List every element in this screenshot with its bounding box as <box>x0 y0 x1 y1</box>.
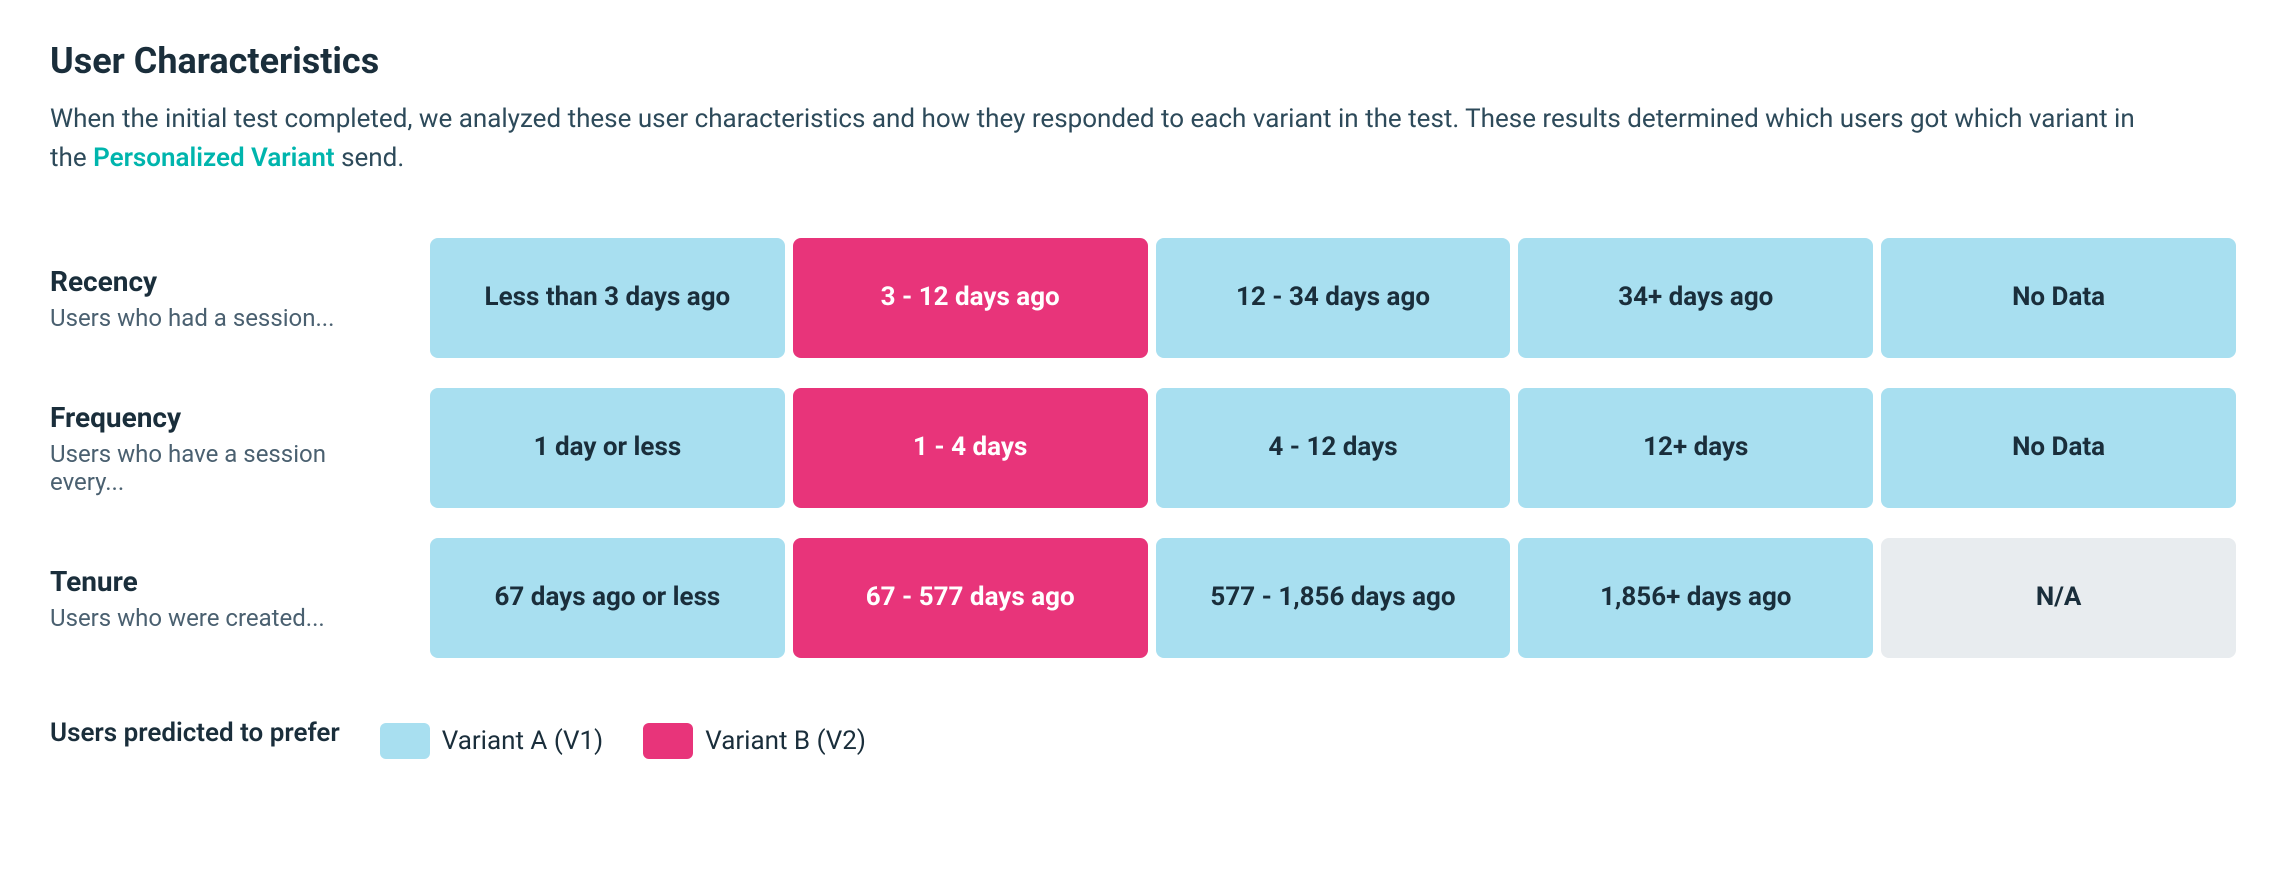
cell-frequency-1: 1 - 4 days <box>793 388 1148 508</box>
cell-recency-0: Less than 3 days ago <box>430 238 785 358</box>
cell-tenure-3: 1,856+ days ago <box>1518 538 1873 658</box>
cell-frequency-4: No Data <box>1881 388 2236 508</box>
cell-recency-1: 3 - 12 days ago <box>793 238 1148 358</box>
cell-frequency-0: 1 day or less <box>430 388 785 508</box>
cells-container-tenure: 67 days ago or less67 - 577 days ago577 … <box>430 538 2236 658</box>
description-text-2: send. <box>335 143 405 173</box>
cell-recency-3: 34+ days ago <box>1518 238 1873 358</box>
cell-frequency-3: 12+ days <box>1518 388 1873 508</box>
row-title-recency: Recency <box>50 265 400 298</box>
cell-recency-2: 12 - 34 days ago <box>1156 238 1511 358</box>
cell-tenure-2: 577 - 1,856 days ago <box>1156 538 1511 658</box>
legend-swatch-blue <box>380 723 430 759</box>
legend-item-0: Variant A (V1) <box>380 723 603 759</box>
characteristic-row-frequency: Frequency Users who have a session every… <box>50 388 2236 508</box>
legend: Users predicted to prefer Variant A (V1) V… <box>50 718 2236 764</box>
cell-frequency-2: 4 - 12 days <box>1156 388 1511 508</box>
cells-container-frequency: 1 day or less1 - 4 days4 - 12 days12+ da… <box>430 388 2236 508</box>
cell-tenure-1: 67 - 577 days ago <box>793 538 1148 658</box>
page-title: User Characteristics <box>50 40 2236 82</box>
cell-tenure-4: N/A <box>1881 538 2236 658</box>
characteristic-row-recency: Recency Users who had a session... Less … <box>50 238 2236 358</box>
legend-label-0: Variant A (V1) <box>442 726 603 756</box>
cells-container-recency: Less than 3 days ago3 - 12 days ago12 - … <box>430 238 2236 358</box>
cell-recency-4: No Data <box>1881 238 2236 358</box>
row-subtitle-frequency: Users who have a session every... <box>50 440 400 496</box>
row-label-recency: Recency Users who had a session... <box>50 265 430 332</box>
row-subtitle-tenure: Users who were created... <box>50 604 400 632</box>
legend-swatch-pink <box>643 723 693 759</box>
row-title-frequency: Frequency <box>50 401 400 434</box>
description: When the initial test completed, we anal… <box>50 100 2150 178</box>
cell-tenure-0: 67 days ago or less <box>430 538 785 658</box>
row-label-frequency: Frequency Users who have a session every… <box>50 401 430 496</box>
characteristics-grid: Recency Users who had a session... Less … <box>50 238 2236 658</box>
personalized-variant-link[interactable]: Personalized Variant <box>93 143 335 173</box>
legend-label-1: Variant B (V2) <box>705 726 866 756</box>
row-title-tenure: Tenure <box>50 565 400 598</box>
legend-title: Users predicted to prefer <box>50 718 340 748</box>
row-subtitle-recency: Users who had a session... <box>50 304 400 332</box>
row-label-tenure: Tenure Users who were created... <box>50 565 430 632</box>
legend-item-1: Variant B (V2) <box>643 723 866 759</box>
characteristic-row-tenure: Tenure Users who were created... 67 days… <box>50 538 2236 658</box>
